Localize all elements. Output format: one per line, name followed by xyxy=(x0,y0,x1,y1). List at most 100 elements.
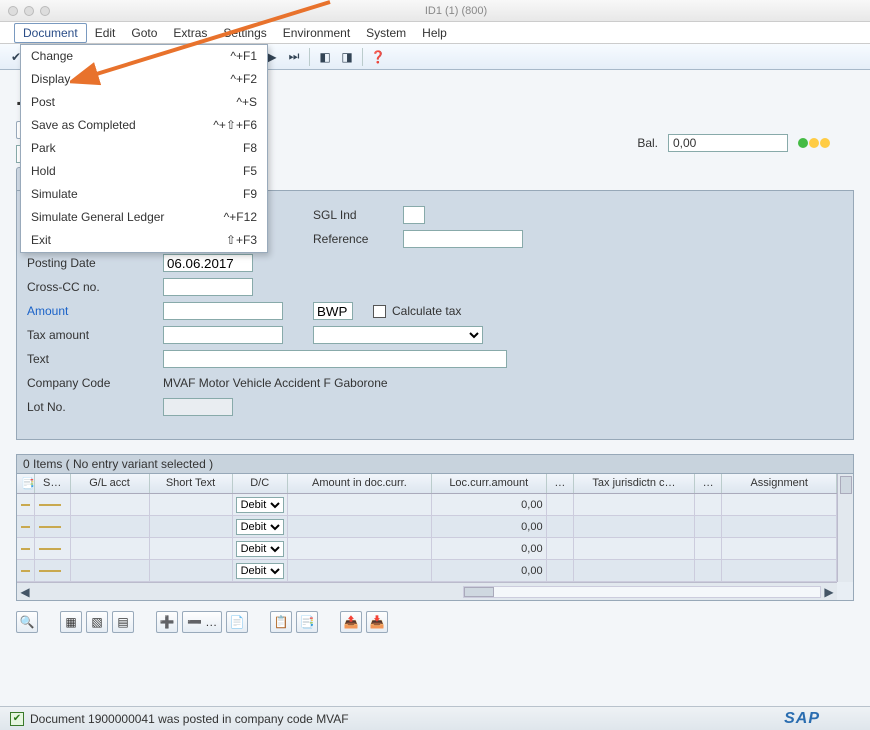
last-page-icon[interactable]: ⏭ xyxy=(284,47,304,67)
menu-post[interactable]: Post ^+S xyxy=(21,91,267,114)
grid-caption: 0 Items ( No entry variant selected ) xyxy=(16,454,854,473)
menu-simulate-gl[interactable]: Simulate General Ledger^+F12 xyxy=(21,206,267,229)
sgl-input[interactable] xyxy=(403,206,425,224)
menu-extras[interactable]: Extras xyxy=(165,24,215,42)
row-select-button[interactable] xyxy=(21,526,30,528)
row-select-button[interactable] xyxy=(21,570,30,572)
menu-item-label: Exit xyxy=(31,232,51,249)
tax-amount-input[interactable] xyxy=(163,326,283,344)
company-code-label: Company Code xyxy=(27,376,163,390)
row-status-button[interactable] xyxy=(39,570,61,572)
menu-environment[interactable]: Environment xyxy=(275,24,358,42)
menu-item-label: Save as Completed xyxy=(31,117,136,134)
col-more2[interactable]: … xyxy=(695,474,723,493)
row-select-button[interactable] xyxy=(21,548,30,550)
table-row[interactable]: Debit 0,00 xyxy=(17,516,837,538)
scroll-left-icon[interactable]: ◀ xyxy=(17,585,33,599)
col-status[interactable]: S… xyxy=(35,474,71,493)
menu-item-shortcut: ^+S xyxy=(236,94,257,111)
select-all-icon[interactable]: ▦ xyxy=(60,611,82,633)
items-grid: 📑 S… G/L acct Short Text D/C Amount in d… xyxy=(16,473,854,601)
help-icon[interactable]: ❓ xyxy=(368,47,388,67)
amount-input[interactable] xyxy=(163,302,283,320)
crosscc-input[interactable] xyxy=(163,278,253,296)
loc-curr-cell: 0,00 xyxy=(432,516,547,537)
sort-asc-icon[interactable]: ▤ xyxy=(112,611,134,633)
col-glacct[interactable]: G/L acct xyxy=(71,474,150,493)
window-titlebar: ID1 (1) (800) xyxy=(0,0,870,22)
dc-select[interactable]: Debit xyxy=(236,541,284,557)
menu-park[interactable]: ParkF8 xyxy=(21,137,267,160)
shortcut-icon[interactable]: ◨ xyxy=(337,47,357,67)
row-status-button[interactable] xyxy=(39,548,61,550)
row-status-button[interactable] xyxy=(39,526,61,528)
details-icon[interactable]: 🔍 xyxy=(16,611,38,633)
scroll-right-icon[interactable]: ▶ xyxy=(821,585,837,599)
menu-goto[interactable]: Goto xyxy=(123,24,165,42)
window-title: ID1 (1) (800) xyxy=(50,5,862,17)
lot-no-input[interactable] xyxy=(163,398,233,416)
posting-date-input[interactable] xyxy=(163,254,253,272)
insert-row-icon[interactable]: ➕ xyxy=(156,611,178,633)
sgl-label: SGL Ind xyxy=(313,208,403,222)
new-session-icon[interactable]: ◧ xyxy=(315,47,335,67)
menu-item-shortcut: ^+⇧+F6 xyxy=(213,117,257,134)
table-row[interactable]: Debit0,00 xyxy=(17,494,837,516)
status-ok-icon: ✔ xyxy=(10,712,24,726)
window-max-dot[interactable] xyxy=(40,6,50,16)
text-input[interactable] xyxy=(163,350,507,368)
dc-select[interactable]: Debit xyxy=(236,497,284,513)
menu-item-label: Hold xyxy=(31,163,56,180)
col-shorttext[interactable]: Short Text xyxy=(150,474,233,493)
menu-save-completed[interactable]: Save as Completed ^+⇧+F6 xyxy=(21,114,267,137)
status-message: Document 1900000041 was posted in compan… xyxy=(30,712,349,726)
deselect-all-icon[interactable]: ▧ xyxy=(86,611,108,633)
menu-item-label: Simulate General Ledger xyxy=(31,209,164,226)
reference-input[interactable] xyxy=(403,230,523,248)
menu-exit-item[interactable]: Exit⇧+F3 xyxy=(21,229,267,252)
grid-toolbar: 🔍 ▦ ▧ ▤ ➕ ➖ … 📄 📋 📑 📤 📥 xyxy=(16,601,854,643)
window-min-dot[interactable] xyxy=(24,6,34,16)
col-dc[interactable]: D/C xyxy=(233,474,288,493)
menu-item-shortcut: F9 xyxy=(243,186,257,203)
menu-edit[interactable]: Edit xyxy=(87,24,124,42)
paste-icon[interactable]: 📑 xyxy=(296,611,318,633)
menu-document[interactable]: Document xyxy=(14,23,87,43)
grid-horizontal-scrollbar[interactable]: ◀ ▶ xyxy=(17,582,837,600)
menu-item-shortcut: F8 xyxy=(243,140,257,157)
config-icon[interactable]: 📥 xyxy=(366,611,388,633)
copy-row-icon[interactable]: 📄 xyxy=(226,611,248,633)
tax-code-select[interactable] xyxy=(313,326,483,344)
table-row[interactable]: Debit0,00 xyxy=(17,560,837,582)
col-loccurr[interactable]: Loc.curr.amount xyxy=(432,474,547,493)
currency-input[interactable] xyxy=(313,302,353,320)
menu-help[interactable]: Help xyxy=(414,24,455,42)
window-close-dot[interactable] xyxy=(8,6,18,16)
menu-simulate[interactable]: Simulate F9 xyxy=(21,183,267,206)
menu-item-shortcut: F5 xyxy=(243,163,257,180)
col-amount[interactable]: Amount in doc.curr. xyxy=(288,474,432,493)
col-taxjur[interactable]: Tax jurisdictn c… xyxy=(574,474,694,493)
col-assignment[interactable]: Assignment xyxy=(722,474,837,493)
menu-settings[interactable]: Settings xyxy=(215,24,274,42)
menu-display[interactable]: Display^+F2 xyxy=(21,68,267,91)
row-select-button[interactable] xyxy=(21,504,30,506)
row-status-button[interactable] xyxy=(39,504,61,506)
col-selector-icon[interactable]: 📑 xyxy=(17,474,35,493)
table-row[interactable]: Debit 0,00 xyxy=(17,538,837,560)
crosscc-label: Cross-CC no. xyxy=(27,280,163,294)
menu-change[interactable]: Change^+F1 xyxy=(21,45,267,68)
menu-hold[interactable]: Hold F5 xyxy=(21,160,267,183)
menu-system[interactable]: System xyxy=(358,24,414,42)
duplicate-icon[interactable]: 📋 xyxy=(270,611,292,633)
calculate-tax-checkbox[interactable] xyxy=(373,305,386,318)
col-more1[interactable]: … xyxy=(547,474,575,493)
dc-select[interactable]: Debit xyxy=(236,563,284,579)
dc-select[interactable]: Debit xyxy=(236,519,284,535)
export-icon[interactable]: 📤 xyxy=(340,611,362,633)
delete-row-icon[interactable]: ➖ … xyxy=(182,611,222,633)
loc-curr-cell: 0,00 xyxy=(432,538,547,559)
menu-item-label: Simulate xyxy=(31,186,78,203)
grid-vertical-scrollbar[interactable] xyxy=(837,474,853,582)
menu-item-label: Post xyxy=(31,94,55,111)
